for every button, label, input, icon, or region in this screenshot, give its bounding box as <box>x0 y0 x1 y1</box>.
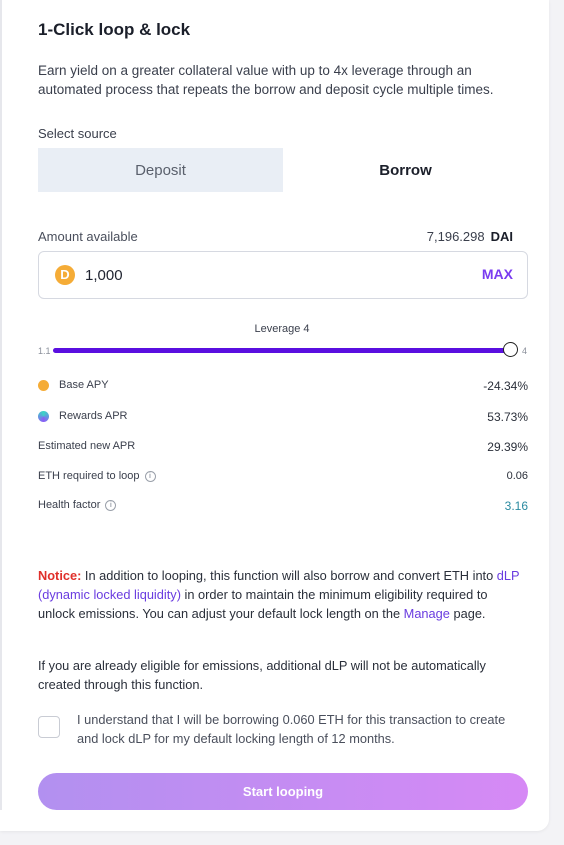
health-factor-label-wrap: Health factor i <box>38 499 117 511</box>
panel-description: Earn yield on a greater collateral value… <box>38 63 494 97</box>
tab-deposit[interactable]: Deposit <box>38 148 283 192</box>
source-tabs: Deposit Borrow <box>38 148 528 192</box>
estimated-apr-label: Estimated new APR <box>38 440 136 452</box>
rewards-icon <box>38 410 49 422</box>
notice-text: Notice: In addition to looping, this fun… <box>38 566 528 623</box>
tab-borrow[interactable]: Borrow <box>283 148 528 192</box>
amount-input-box: D MAX <box>38 251 528 299</box>
max-button[interactable]: MAX <box>482 266 513 282</box>
leverage-value: 4 <box>303 323 310 335</box>
leverage-label: Leverage 4 <box>0 323 564 335</box>
health-factor-label: Health factor <box>38 499 101 511</box>
stat-row-eth-required: ETH required to loop i 0.06 <box>38 470 528 488</box>
available-token: DAI <box>490 229 513 244</box>
left-divider <box>0 0 2 810</box>
eth-required-label-wrap: ETH required to loop i <box>38 470 156 482</box>
notice-text-1: In addition to looping, this function wi… <box>81 568 497 583</box>
base-apy-label: Base APY <box>59 379 109 391</box>
health-factor-value: 3.16 <box>504 499 528 513</box>
loop-panel: 1-Click loop & lock Earn yield on a grea… <box>0 0 549 831</box>
dai-icon <box>38 379 49 391</box>
eth-required-value: 0.06 <box>506 470 528 482</box>
notice-prefix: Notice: <box>38 568 82 583</box>
leverage-slider-fill <box>53 348 511 353</box>
stat-row-rewards-apr: Rewards APR 53.73% <box>38 410 528 428</box>
leverage-max: 4 <box>522 346 528 356</box>
agreement-text: I understand that I will be borrowing 0.… <box>77 712 506 746</box>
estimated-apr-value: 29.39% <box>487 440 528 454</box>
leverage-min: 1.1 <box>38 346 51 356</box>
stat-row-base-apy: Base APY -24.34% <box>38 379 528 397</box>
eth-required-label: ETH required to loop <box>38 470 140 482</box>
available-number: 7,196.298 <box>426 229 485 244</box>
rewards-apr-value: 53.73% <box>487 410 528 424</box>
dai-icon: D <box>55 265 75 285</box>
stat-row-health-factor: Health factor i 3.16 <box>38 499 528 517</box>
base-apy-value: -24.34% <box>483 379 528 393</box>
leverage-slider-track[interactable] <box>53 348 511 353</box>
manage-link[interactable]: Manage <box>404 606 450 621</box>
eligibility-note: If you are already eligible for emission… <box>38 658 486 692</box>
leverage-slider-thumb[interactable] <box>503 342 518 357</box>
notice-text-3: page. <box>449 606 486 621</box>
rewards-apr-label-wrap: Rewards APR <box>38 410 127 422</box>
amount-available-label: Amount available <box>38 229 138 244</box>
stat-row-estimated-apr: Estimated new APR 29.39% <box>38 440 528 458</box>
rewards-apr-label: Rewards APR <box>59 410 128 422</box>
info-icon[interactable]: i <box>105 499 117 511</box>
agreement-checkbox[interactable] <box>38 716 60 738</box>
start-looping-button[interactable]: Start looping <box>38 773 528 810</box>
panel-title: 1-Click loop & lock <box>38 20 191 39</box>
amount-input[interactable] <box>85 264 385 286</box>
base-apy-label-wrap: Base APY <box>38 379 109 391</box>
select-source-label: Select source <box>38 126 117 141</box>
leverage-label-text: Leverage <box>254 323 301 335</box>
amount-available-value: 7,196.298 DAI <box>427 229 513 244</box>
info-icon[interactable]: i <box>144 470 156 482</box>
